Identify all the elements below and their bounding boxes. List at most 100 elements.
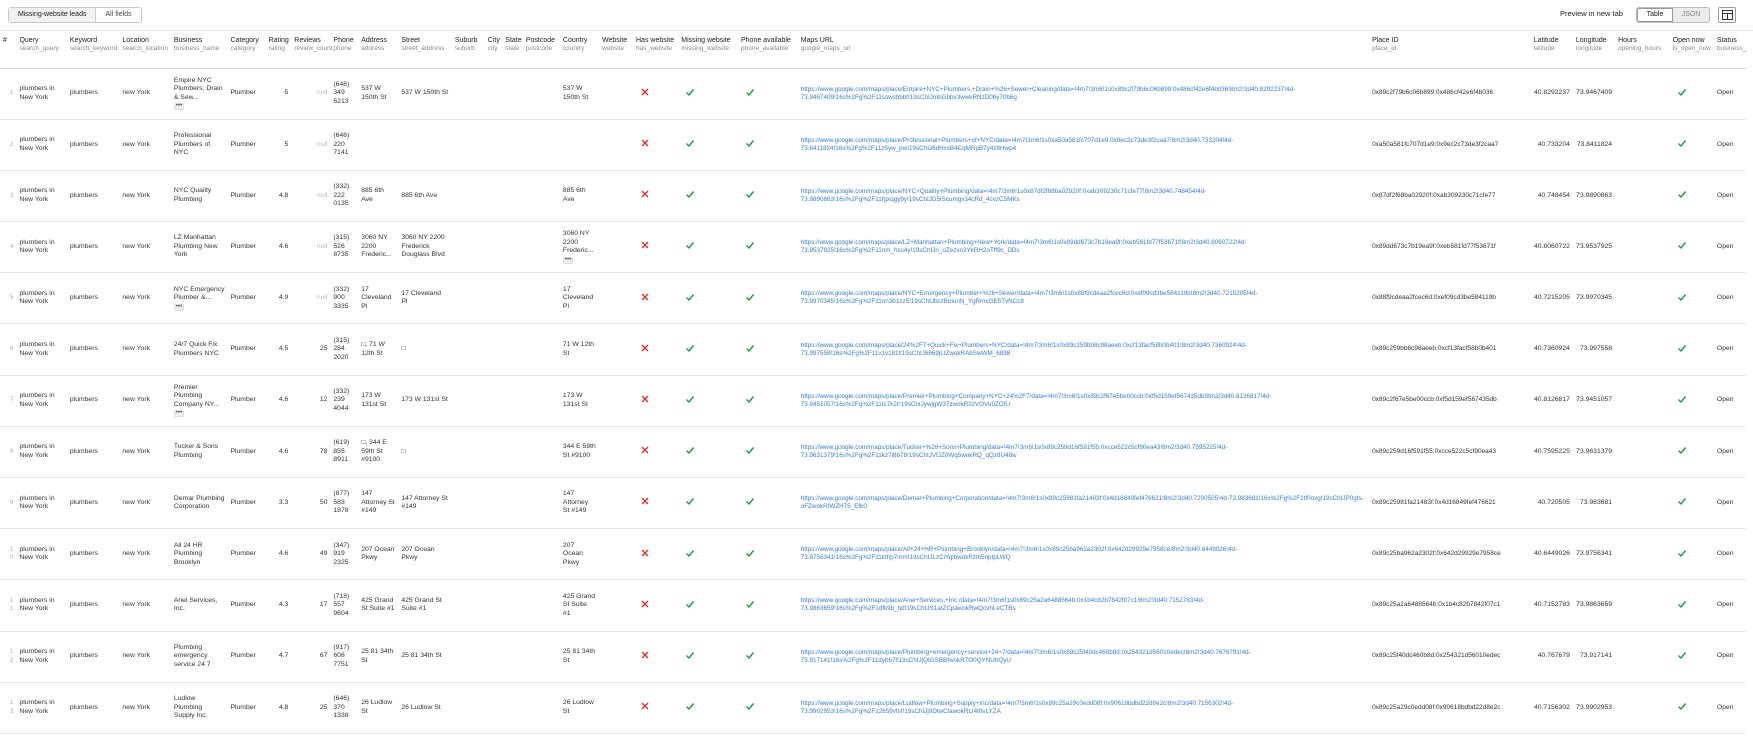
- maps-url-link[interactable]: https://www.google.com/maps/place/Premie…: [801, 393, 1366, 409]
- expand-more-button[interactable]: •••: [173, 103, 185, 111]
- table-row[interactable]: 3 plumbers in New York plumbers new York NYC…: [0, 170, 1746, 223]
- table-row[interactable]: 7 plumbers in New York plumbers new York Pre…: [0, 375, 1746, 427]
- column-header[interactable]: Category category: [227, 31, 266, 69]
- open-now-cell: [1669, 375, 1714, 427]
- place-id-cell: 0x89c25981fa21483f:0x4d16849fef476621: [1369, 477, 1531, 530]
- tab-all-fields[interactable]: All fields: [96, 8, 140, 22]
- preview-in-new-tab-link[interactable]: Preview in new tab: [1560, 9, 1623, 18]
- maps-url-link[interactable]: https://www.google.com/maps/place/NYC+Em…: [801, 290, 1366, 306]
- column-label: Phone available: [741, 37, 791, 44]
- phone-cell: (877) 583 1878: [330, 477, 359, 530]
- column-header[interactable]: Has website has_website: [633, 31, 679, 69]
- table-row[interactable]: 1 plumbers in New York plumbers new York Emp…: [0, 68, 1746, 120]
- table-header-row: # Query search_query Keyword search_keyword L…: [0, 31, 1746, 69]
- x-icon: [641, 139, 649, 147]
- table-row[interactable]: 12 plumbers in New York plumbers new York Pl…: [0, 631, 1746, 683]
- query-cell: plumbers in New York: [16, 272, 67, 325]
- hours-cell: [1615, 579, 1670, 632]
- tab-table-view[interactable]: Table: [1637, 8, 1673, 22]
- column-header[interactable]: Place ID place_id: [1369, 31, 1531, 69]
- layout-toggle-button[interactable]: [1718, 7, 1736, 23]
- column-header[interactable]: Location search_location: [119, 31, 171, 69]
- table-row[interactable]: 9 plumbers in New York plumbers new York Dem…: [0, 477, 1746, 530]
- table-row[interactable]: 5 plumbers in New York plumbers new York NYC…: [0, 272, 1746, 325]
- column-header[interactable]: Address address: [358, 31, 399, 69]
- column-header[interactable]: City city: [484, 31, 503, 69]
- table-row[interactable]: 4 plumbers in New York plumbers new York LZ …: [0, 221, 1746, 274]
- x-icon: [641, 241, 649, 249]
- rating-cell: 4.8: [265, 682, 292, 734]
- hours-cell: [1615, 68, 1670, 120]
- table-row[interactable]: 6 plumbers in New York plumbers new York 24/…: [0, 323, 1746, 376]
- column-header[interactable]: Longitude longitude: [1572, 31, 1616, 69]
- table-row[interactable]: 11 plumbers in New York plumbers new York Ar…: [0, 579, 1746, 632]
- column-header[interactable]: Rating rating: [265, 31, 292, 69]
- expand-more-button[interactable]: •••: [173, 303, 185, 311]
- column-header[interactable]: Hours opening_hours: [1615, 31, 1670, 69]
- status-cell: Open: [1713, 477, 1746, 530]
- address-cell: 26 Ludlow St: [358, 682, 399, 734]
- address-cell: □, 71 W 12th St: [358, 323, 399, 376]
- column-header[interactable]: Keyword search_keyword: [66, 31, 120, 69]
- maps-url-cell: https://www.google.com/maps/place/LZ+Man…: [797, 221, 1370, 274]
- row-index: 13: [0, 682, 17, 734]
- city-cell: [484, 426, 503, 479]
- address-cell: 25 81 34th St: [358, 631, 399, 683]
- table-row[interactable]: 2 plumbers in New York plumbers new York Pro…: [0, 119, 1746, 171]
- maps-url-link[interactable]: https://www.google.com/maps/place/All+24…: [801, 546, 1366, 562]
- phone-cell: (332) 239 4044: [330, 375, 359, 427]
- expand-more-button[interactable]: •••: [173, 410, 185, 418]
- keyword-cell: plumbers: [66, 528, 120, 581]
- column-header[interactable]: State state: [502, 31, 523, 69]
- maps-url-link[interactable]: https://www.google.com/maps/place/NYC+Qu…: [801, 188, 1366, 204]
- row-index: 4: [0, 221, 17, 274]
- results-table-container[interactable]: # Query search_query Keyword search_keyword L…: [0, 30, 1753, 739]
- column-header[interactable]: #: [0, 31, 17, 69]
- city-cell: [484, 119, 503, 171]
- missing-website-cell: [678, 682, 738, 734]
- column-header[interactable]: Latitude latitude: [1530, 31, 1573, 69]
- panel-layout-icon: [1722, 10, 1733, 20]
- expand-more-button[interactable]: •••: [562, 256, 574, 264]
- column-header[interactable]: Suburb suburb: [451, 31, 485, 69]
- query-cell: plumbers in New York: [16, 477, 67, 530]
- postcode-cell: [522, 170, 560, 223]
- website-cell: [599, 477, 633, 530]
- tab-json-view[interactable]: JSON: [1673, 8, 1709, 22]
- column-header[interactable]: Postcode postcode: [522, 31, 560, 69]
- maps-url-link[interactable]: https://www.google.com/maps/place/Empire…: [801, 86, 1366, 102]
- maps-url-link[interactable]: https://www.google.com/maps/place/Tucker…: [801, 444, 1366, 460]
- maps-url-link[interactable]: https://www.google.com/maps/place/Plumbi…: [801, 649, 1366, 665]
- phone-cell: (646) 370 1338: [330, 682, 359, 734]
- column-header[interactable]: Phone phone: [330, 31, 359, 69]
- column-header[interactable]: Website website: [599, 31, 633, 69]
- keyword-cell: plumbers: [66, 68, 120, 120]
- maps-url-link[interactable]: https://www.google.com/maps/place/Profes…: [801, 137, 1366, 153]
- column-header[interactable]: Status business_: [1713, 31, 1746, 69]
- maps-url-cell: https://www.google.com/maps/place/Demar+…: [797, 477, 1370, 530]
- maps-url-link[interactable]: https://www.google.com/maps/place/24%2F7…: [801, 342, 1366, 358]
- column-header[interactable]: Open now is_open_now: [1669, 31, 1714, 69]
- column-header[interactable]: Business business_name: [170, 31, 228, 69]
- maps-url-link[interactable]: https://www.google.com/maps/place/Demar+…: [801, 495, 1366, 511]
- column-header[interactable]: Missing website missing_website: [678, 31, 738, 69]
- missing-website-cell: [678, 477, 738, 530]
- table-row[interactable]: 10 plumbers in New York plumbers new York Al…: [0, 528, 1746, 581]
- column-header[interactable]: Reviews review_count: [291, 31, 333, 69]
- column-header[interactable]: Phone available phone_available: [738, 31, 798, 69]
- maps-url-link[interactable]: https://www.google.com/maps/place/Ludlow…: [801, 700, 1366, 716]
- column-header[interactable]: Query search_query: [16, 31, 67, 69]
- column-header[interactable]: Street street_address: [398, 31, 452, 69]
- state-cell: [502, 170, 523, 223]
- maps-url-link[interactable]: https://www.google.com/maps/place/Ariel+…: [801, 597, 1366, 613]
- column-header[interactable]: Country country: [559, 31, 600, 69]
- maps-url-link[interactable]: https://www.google.com/maps/place/LZ+Man…: [801, 239, 1366, 255]
- column-key: search_keyword: [69, 45, 118, 52]
- tab-missing-website-leads[interactable]: Missing-website leads: [9, 8, 97, 22]
- column-header[interactable]: Maps URL google_maps_url: [797, 31, 1370, 69]
- column-label: Latitude: [1533, 37, 1559, 44]
- table-row[interactable]: 13 plumbers in New York plumbers new York Lu…: [0, 682, 1746, 734]
- website-cell: [599, 426, 633, 479]
- table-row[interactable]: 8 plumbers in New York plumbers new York Tuc…: [0, 426, 1746, 479]
- category-cell: Plumber: [227, 68, 266, 120]
